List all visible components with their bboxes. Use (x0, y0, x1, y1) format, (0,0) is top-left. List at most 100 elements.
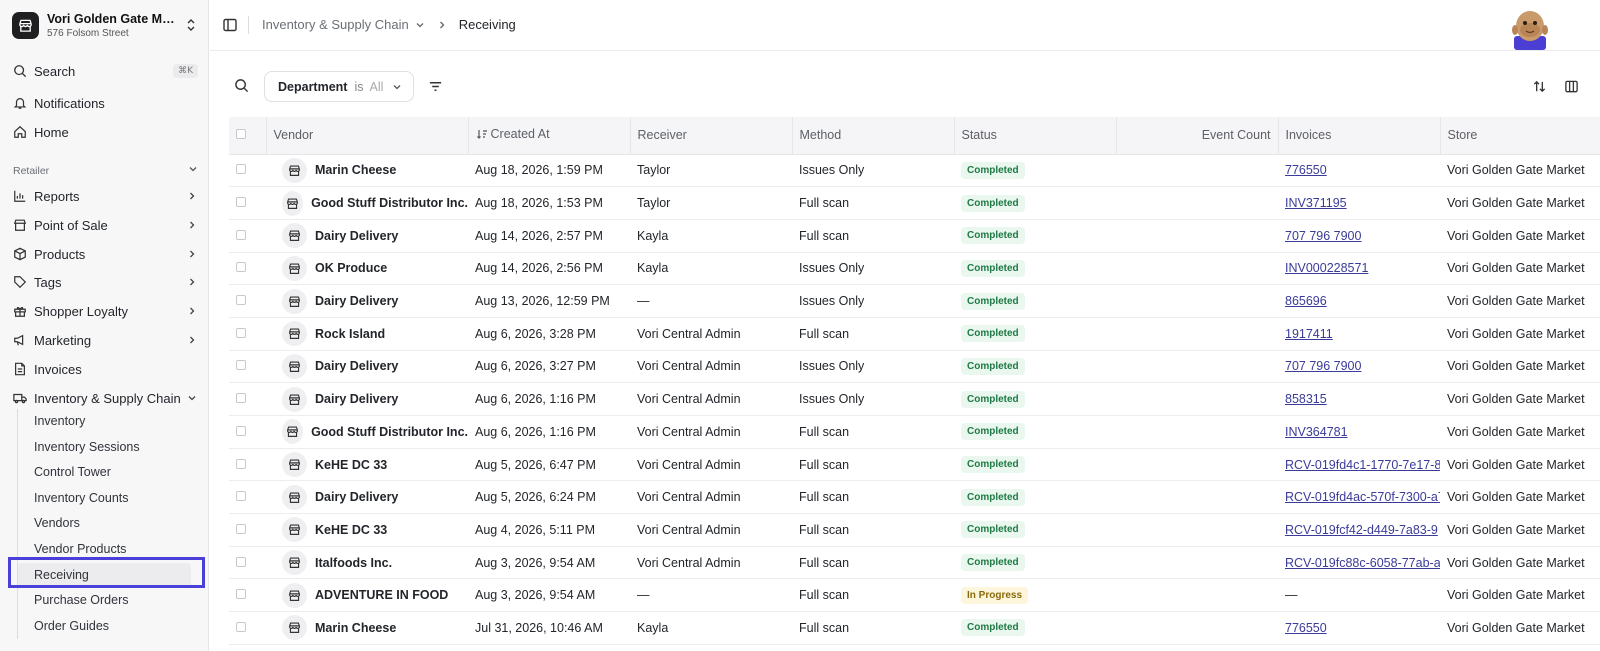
invoice-cell[interactable]: 776550 (1278, 611, 1440, 645)
column-receiver[interactable]: Receiver (630, 117, 793, 155)
row-select[interactable] (229, 186, 266, 220)
checkbox[interactable] (236, 393, 246, 404)
table-row[interactable]: OK Produce Aug 14, 2026, 2:56 PM Kayla Issu… (229, 252, 1600, 286)
column-store[interactable]: Store (1440, 117, 1600, 155)
store-switcher[interactable]: Vori Golden Gate Market 576 Folsom Stree… (12, 11, 198, 39)
sidebar-item-inventory-counts[interactable]: Inventory Counts (18, 486, 191, 512)
sidebar-home[interactable]: Home (12, 120, 198, 144)
checkbox[interactable] (236, 197, 246, 208)
table-row[interactable]: Good Stuff Distributor Inc. Aug 18, 2026,… (229, 186, 1600, 220)
table-row[interactable]: KeHE DC 33 Aug 4, 2026, 5:11 PM Vori Centr… (229, 513, 1600, 547)
row-select[interactable] (229, 252, 266, 286)
invoice-link[interactable]: INV364781 (1285, 425, 1348, 439)
table-row[interactable]: Dairy Delivery Aug 5, 2026, 6:24 PM Vori C… (229, 480, 1600, 515)
invoice-link[interactable]: 1917411 (1285, 327, 1333, 341)
sidebar-item-tags[interactable]: Tags (12, 270, 198, 294)
sidebar-item-inventory-sessions[interactable]: Inventory Sessions (18, 435, 191, 461)
sidebar-item-order-guides[interactable]: Order Guides (18, 614, 191, 640)
invoice-cell[interactable]: 707 796 7900 (1278, 350, 1440, 384)
sidebar-item-vendors[interactable]: Vendors (18, 511, 191, 537)
invoice-cell[interactable]: RCV-019fcf42-d449-7a83-9 (1278, 513, 1440, 547)
checkbox[interactable] (236, 164, 246, 175)
checkbox[interactable] (236, 360, 246, 371)
row-select[interactable] (229, 284, 266, 318)
column-status[interactable]: Status (954, 117, 1117, 155)
sidebar-item-reports[interactable]: Reports (12, 184, 198, 208)
invoice-link[interactable]: INV000228571 (1285, 261, 1368, 275)
sidebar-notifications[interactable]: Notifications (12, 91, 198, 115)
invoice-link[interactable]: RCV-019fc88c-6058-77ab-a (1285, 556, 1440, 570)
sidebar-item-purchase-orders[interactable]: Purchase Orders (18, 588, 191, 614)
checkbox[interactable] (236, 295, 246, 306)
row-select[interactable] (229, 317, 266, 351)
invoice-cell[interactable]: RCV-019fc88c-6058-77ab-a (1278, 546, 1440, 580)
table-row[interactable]: Good Stuff Distributor Inc. Aug 6, 2026, … (229, 415, 1600, 449)
row-select[interactable] (229, 415, 266, 449)
row-select[interactable] (229, 382, 266, 416)
filter-icon[interactable] (428, 79, 444, 95)
invoice-cell[interactable]: INV364781 (1278, 415, 1440, 449)
table-row[interactable]: Dairy Delivery Aug 13, 2026, 12:59 PM — Iss… (229, 284, 1600, 318)
invoice-link[interactable]: 707 796 7900 (1285, 229, 1361, 243)
invoice-link[interactable]: 865696 (1285, 294, 1327, 308)
sidebar-item-invoices[interactable]: Invoices (12, 357, 198, 381)
invoice-link[interactable]: 858315 (1285, 392, 1327, 406)
row-select[interactable] (229, 578, 266, 613)
column-vendor[interactable]: Vendor (266, 117, 469, 155)
checkbox[interactable] (236, 129, 246, 140)
sidebar-item-receiving[interactable]: Receiving (18, 562, 191, 589)
invoice-cell[interactable]: 1917411 (1278, 317, 1440, 351)
column-event-count[interactable]: Event Count (1116, 117, 1279, 155)
table-row[interactable]: KeHE DC 33 Aug 5, 2026, 6:47 PM Vori Centr… (229, 448, 1600, 482)
invoice-link[interactable]: RCV-019fd4ac-570f-7300-a7 (1285, 490, 1440, 504)
row-select[interactable] (229, 611, 266, 645)
table-row[interactable]: Italfoods Inc. Aug 3, 2026, 9:54 AM Vori C… (229, 546, 1600, 580)
invoice-cell[interactable]: 707 796 7900 (1278, 219, 1440, 253)
sidebar-item-inventory-supply-chain[interactable]: Inventory & Supply Chain (12, 386, 198, 410)
sidebar-item-shopper-loyalty[interactable]: Shopper Loyalty (12, 299, 198, 323)
checkbox[interactable] (236, 262, 246, 273)
row-select[interactable] (229, 448, 266, 482)
table-row[interactable]: Dairy Delivery Aug 6, 2026, 3:27 PM Vori C… (229, 350, 1600, 384)
invoice-cell[interactable]: 858315 (1278, 382, 1440, 416)
invoice-cell[interactable]: 776550 (1278, 154, 1440, 188)
row-select[interactable] (229, 546, 266, 580)
checkbox[interactable] (236, 556, 246, 567)
checkbox[interactable] (236, 229, 246, 240)
row-select[interactable] (229, 480, 266, 515)
table-row[interactable]: Dairy Delivery Aug 6, 2026, 1:16 PM Vori C… (229, 382, 1600, 416)
checkbox[interactable] (236, 425, 246, 436)
sidebar-item-control-tower[interactable]: Control Tower (18, 460, 191, 486)
column-method[interactable]: Method (792, 117, 955, 155)
column-created-at[interactable]: Created At (468, 117, 631, 155)
table-row[interactable]: ADVENTURE IN FOOD Aug 3, 2026, 9:54 AM — Fu… (229, 578, 1600, 613)
sort-icon[interactable] (1532, 79, 1548, 95)
checkbox[interactable] (236, 589, 246, 600)
department-filter[interactable]: Department is All (264, 71, 414, 102)
checkbox[interactable] (236, 327, 246, 338)
sidebar-search[interactable]: Search ⌘K (12, 59, 198, 83)
table-row[interactable]: Marin Cheese Jul 31, 2026, 10:46 AM Kayla F… (229, 611, 1600, 645)
sidebar-item-vendor-products[interactable]: Vendor Products (18, 537, 191, 563)
table-search-icon[interactable] (234, 78, 250, 94)
invoice-link[interactable]: 776550 (1285, 621, 1327, 635)
sidebar-toggle-icon[interactable] (222, 17, 238, 33)
invoice-cell[interactable]: INV371195 (1278, 186, 1440, 220)
columns-icon[interactable] (1564, 79, 1580, 95)
table-row[interactable]: Marin Cheese Aug 18, 2026, 1:59 PM Taylor I… (229, 154, 1600, 188)
invoice-link[interactable]: RCV-019fcf42-d449-7a83-9 (1285, 523, 1438, 537)
row-select[interactable] (229, 350, 266, 384)
avatar[interactable] (1509, 6, 1551, 50)
section-retailer[interactable]: Retailer (13, 164, 198, 177)
select-all[interactable] (229, 117, 267, 155)
sidebar-item-marketing[interactable]: Marketing (12, 328, 198, 352)
sidebar-item-point-of-sale[interactable]: Point of Sale (12, 213, 198, 237)
row-select[interactable] (229, 219, 266, 253)
column-invoices[interactable]: Invoices (1278, 117, 1441, 155)
invoice-cell[interactable]: RCV-019fd4c1-1770-7e17-84 (1278, 448, 1440, 482)
checkbox[interactable] (236, 491, 246, 502)
invoice-link[interactable]: RCV-019fd4c1-1770-7e17-84 (1285, 458, 1440, 472)
invoice-cell[interactable]: 865696 (1278, 284, 1440, 318)
checkbox[interactable] (236, 458, 246, 469)
sidebar-item-inventory[interactable]: Inventory (18, 409, 191, 435)
